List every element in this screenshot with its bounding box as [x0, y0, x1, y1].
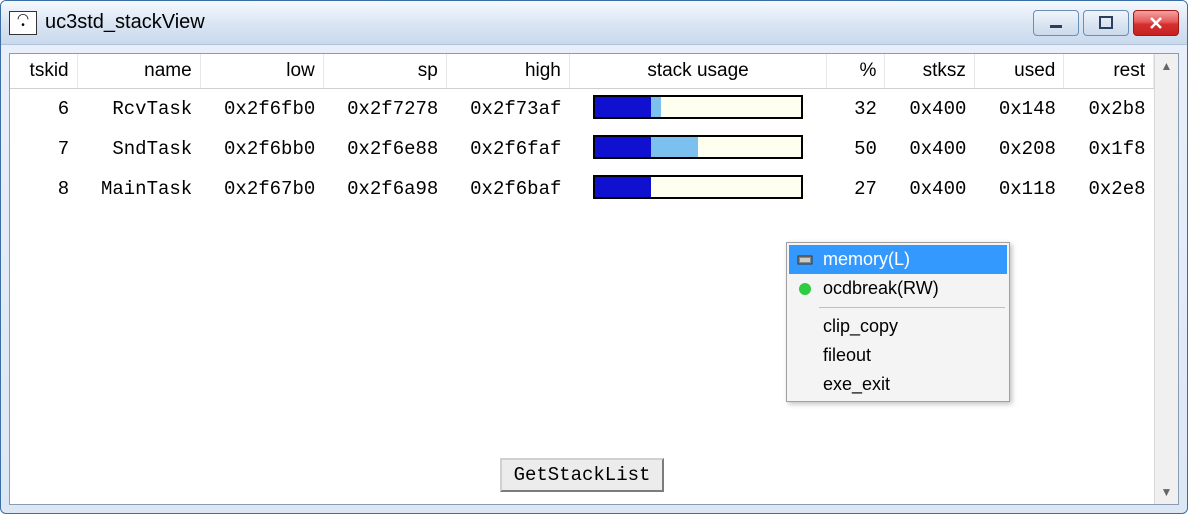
cell-sp: 0x2f6e88 — [323, 129, 446, 169]
cell-stksz: 0x400 — [885, 169, 975, 209]
context-menu: memory(L) ocdbreak(RW) clip_copyfileout ex… — [786, 242, 1010, 402]
cell-name: SndTask — [77, 129, 200, 169]
stack-usage-bar — [593, 135, 803, 159]
cell-rest: 0x2b8 — [1064, 89, 1154, 130]
get-stack-list-button[interactable]: GetStackList — [500, 458, 665, 492]
stack-usage-bar — [593, 95, 803, 119]
col-usage[interactable]: stack usage — [569, 54, 826, 89]
window-controls — [1033, 10, 1179, 36]
stack-usage-bar — [593, 175, 803, 199]
cell-rest: 0x2e8 — [1064, 169, 1154, 209]
cell-low: 0x2f6bb0 — [200, 129, 323, 169]
cell-rest: 0x1f8 — [1064, 129, 1154, 169]
cell-sp: 0x2f6a98 — [323, 169, 446, 209]
cell-used: 0x208 — [974, 129, 1064, 169]
menu-item-label: memory(L) — [823, 249, 910, 270]
vertical-scrollbar[interactable]: ▲ ▼ — [1154, 54, 1178, 504]
maximize-button[interactable] — [1083, 10, 1129, 36]
menu-item-clipcopy[interactable]: clip_copy — [789, 312, 1007, 341]
cell-tskid: 7 — [10, 129, 77, 169]
menu-item-fileout[interactable]: fileout — [789, 341, 1007, 370]
cell-stksz: 0x400 — [885, 89, 975, 130]
app-window: uc3std_stackView tskid name — [0, 0, 1188, 514]
cell-usage — [569, 129, 826, 169]
cell-sp: 0x2f7278 — [323, 89, 446, 130]
cell-used: 0x148 — [974, 89, 1064, 130]
menu-item-exeexit[interactable]: exe_exit — [789, 370, 1007, 399]
cell-high: 0x2f6baf — [446, 169, 569, 209]
menu-separator — [819, 307, 1005, 308]
col-pct[interactable]: % — [827, 54, 885, 89]
cell-tskid: 8 — [10, 169, 77, 209]
cell-usage — [569, 169, 826, 209]
col-low[interactable]: low — [200, 54, 323, 89]
cell-stksz: 0x400 — [885, 129, 975, 169]
col-sp[interactable]: sp — [323, 54, 446, 89]
greendot-icon — [795, 280, 815, 298]
table-header-row: tskid name low sp high stack usage % stk… — [10, 54, 1154, 89]
col-rest[interactable]: rest — [1064, 54, 1154, 89]
table-row[interactable]: 8MainTask0x2f67b00x2f6a980x2f6baf 270x400… — [10, 169, 1154, 209]
close-icon — [1148, 15, 1164, 31]
minimize-button[interactable] — [1033, 10, 1079, 36]
cell-usage — [569, 89, 826, 130]
maximize-icon — [1098, 15, 1114, 31]
cell-name: RcvTask — [77, 89, 200, 130]
cell-high: 0x2f73af — [446, 89, 569, 130]
col-stksz[interactable]: stksz — [885, 54, 975, 89]
cell-pct: 50 — [827, 129, 885, 169]
chip-icon — [795, 251, 815, 269]
col-high[interactable]: high — [446, 54, 569, 89]
cell-pct: 27 — [827, 169, 885, 209]
menu-item-label: clip_copy — [823, 316, 898, 337]
cell-low: 0x2f67b0 — [200, 169, 323, 209]
window-title: uc3std_stackView — [45, 11, 1033, 34]
menu-item-memoryl[interactable]: memory(L) — [789, 245, 1007, 274]
cell-tskid: 6 — [10, 89, 77, 130]
table-row[interactable]: 6RcvTask0x2f6fb00x2f72780x2f73af320x4000… — [10, 89, 1154, 130]
cell-used: 0x118 — [974, 169, 1064, 209]
menu-item-label: ocdbreak(RW) — [823, 278, 939, 299]
menu-item-label: exe_exit — [823, 374, 890, 395]
close-button[interactable] — [1133, 10, 1179, 36]
cell-pct: 32 — [827, 89, 885, 130]
content-area: tskid name low sp high stack usage % stk… — [9, 53, 1179, 505]
minimize-icon — [1048, 15, 1064, 31]
menu-item-ocdbreakrw[interactable]: ocdbreak(RW) — [789, 274, 1007, 303]
cell-high: 0x2f6faf — [446, 129, 569, 169]
col-name[interactable]: name — [77, 54, 200, 89]
col-used[interactable]: used — [974, 54, 1064, 89]
titlebar[interactable]: uc3std_stackView — [1, 1, 1187, 45]
scroll-down-icon[interactable]: ▼ — [1155, 480, 1178, 504]
table-row[interactable]: 7SndTask0x2f6bb00x2f6e880x2f6faf500x4000… — [10, 129, 1154, 169]
stack-table: tskid name low sp high stack usage % stk… — [10, 54, 1154, 209]
button-area: GetStackList — [10, 450, 1154, 504]
app-icon — [9, 11, 37, 35]
scroll-up-icon[interactable]: ▲ — [1155, 54, 1178, 78]
menu-item-label: fileout — [823, 345, 871, 366]
col-tskid[interactable]: tskid — [10, 54, 77, 89]
cell-low: 0x2f6fb0 — [200, 89, 323, 130]
cell-name: MainTask — [77, 169, 200, 209]
